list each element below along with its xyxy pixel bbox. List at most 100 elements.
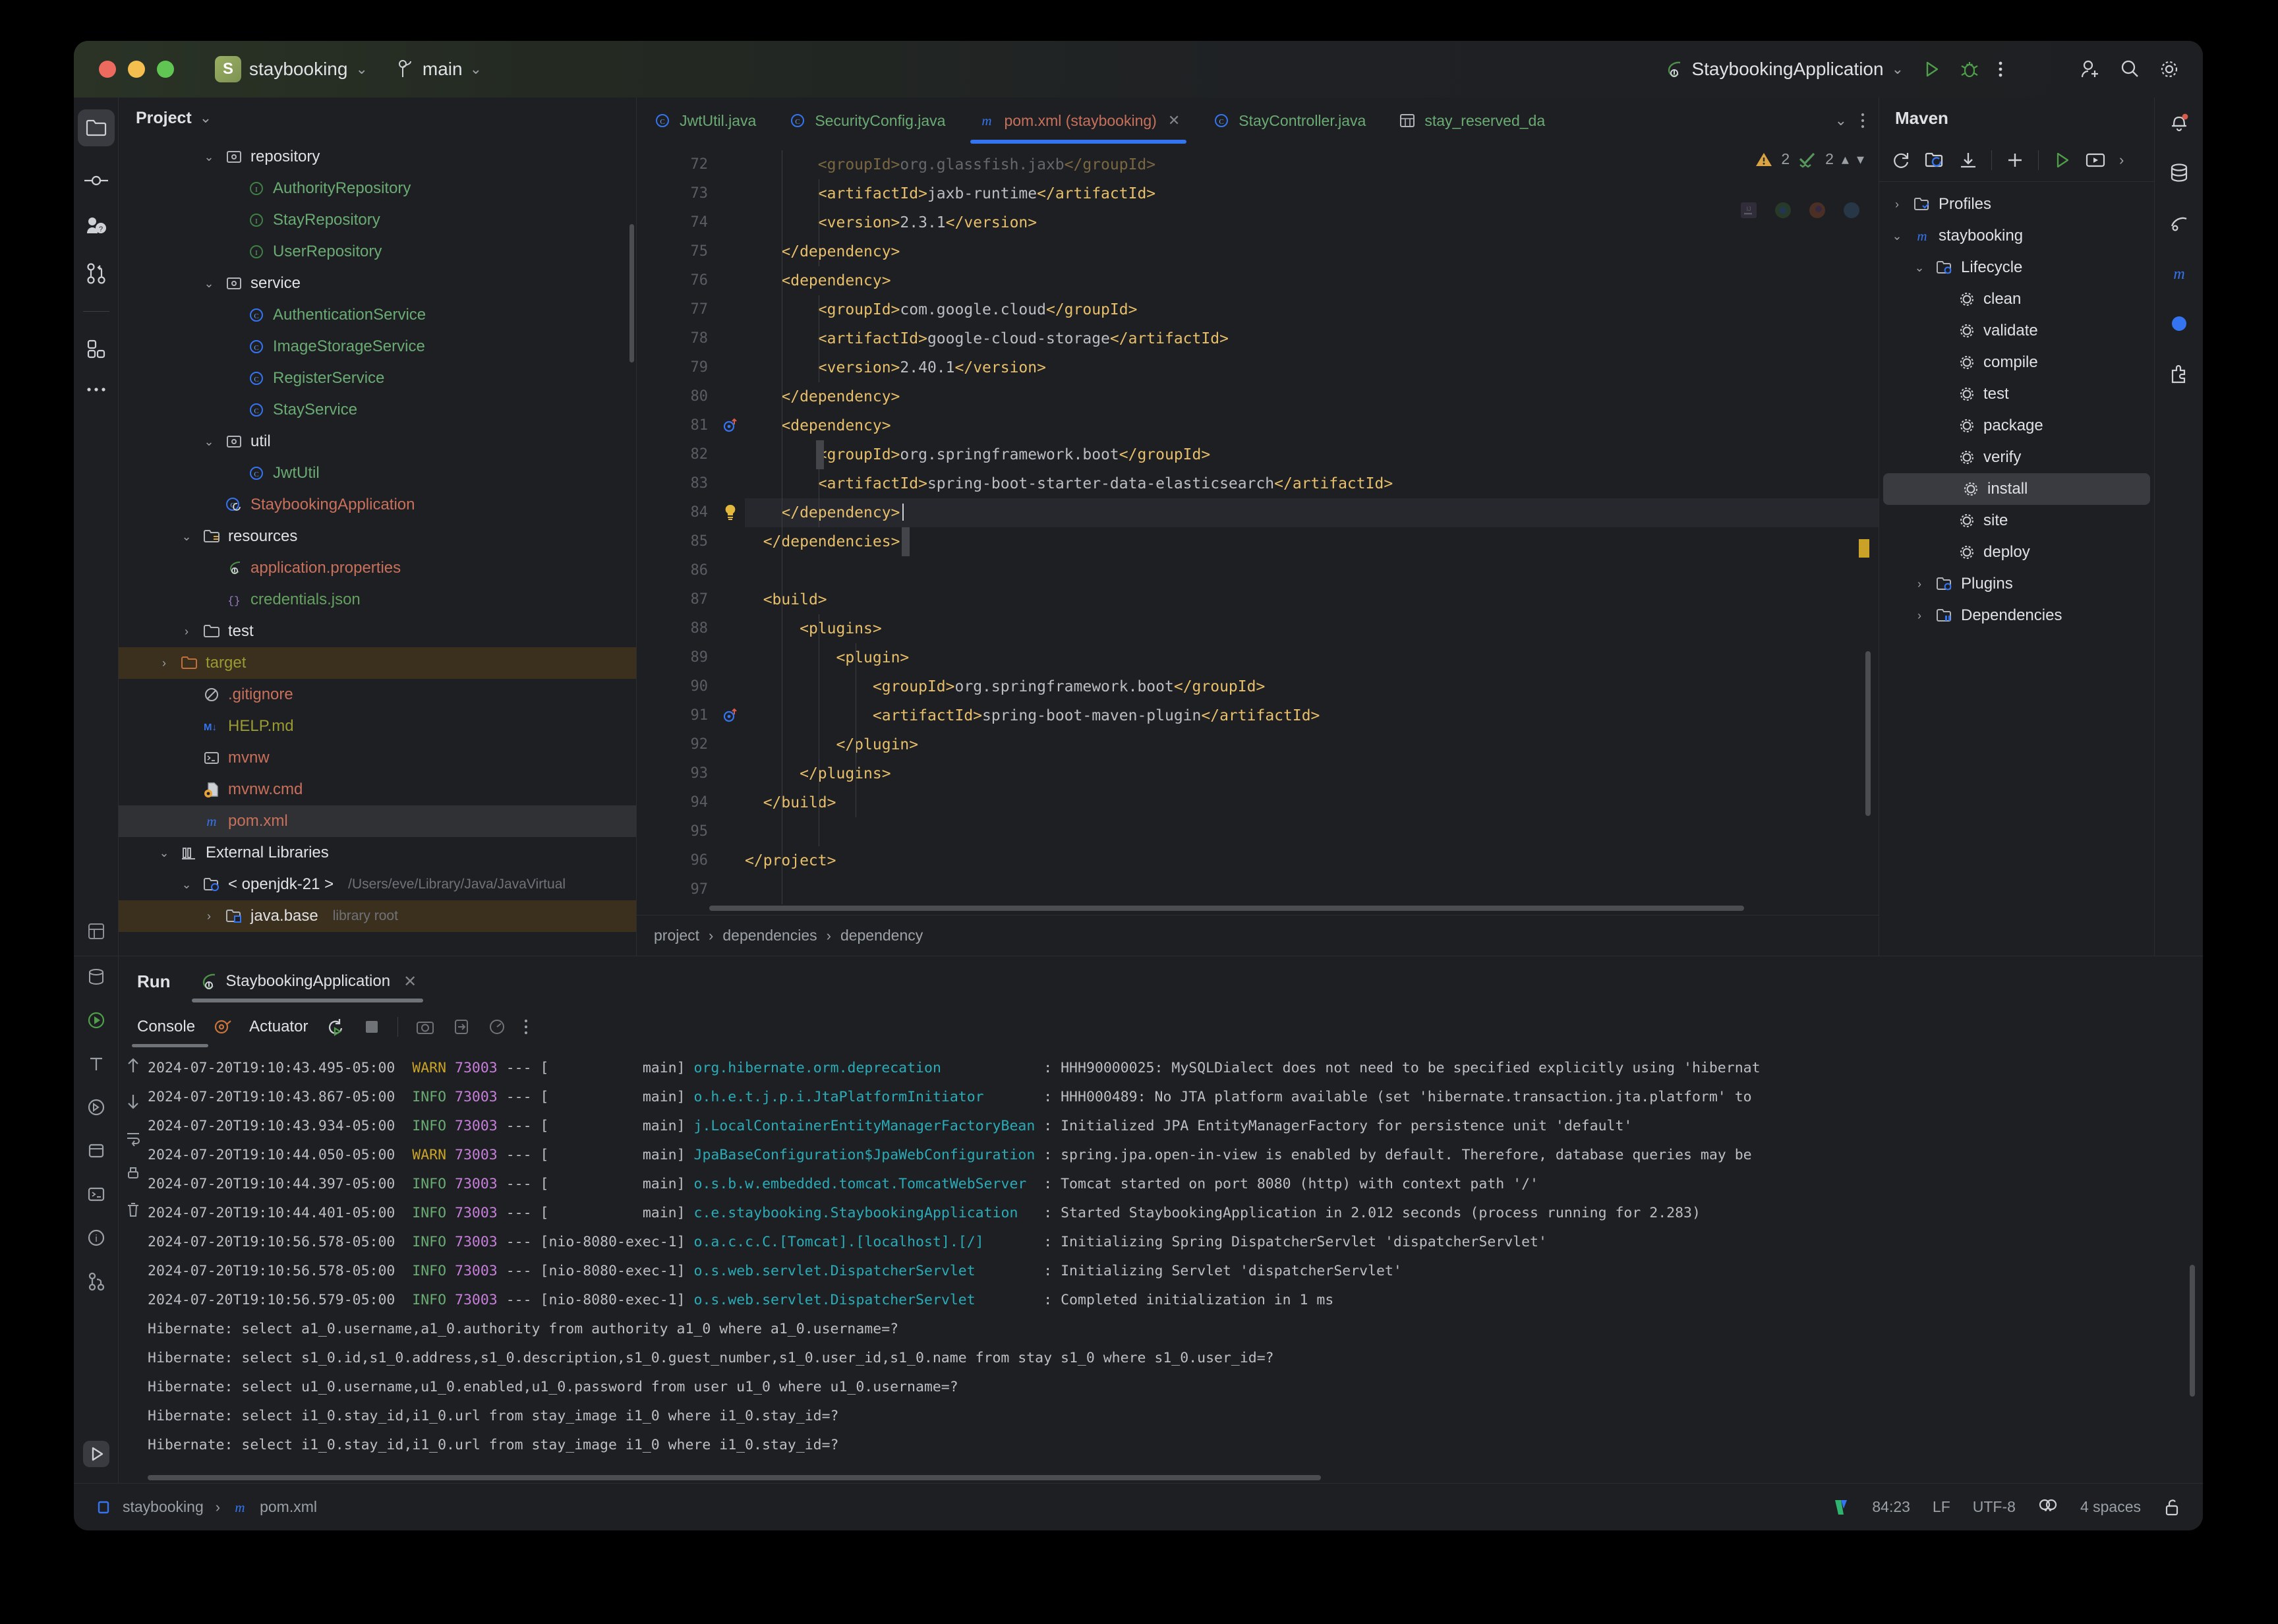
intellij-icon[interactable]: IJ [1739, 200, 1759, 220]
project-tree-row[interactable]: IStayRepository [119, 204, 636, 236]
code-line[interactable]: <groupId>org.springframework.boot</group… [745, 672, 1879, 701]
project-tree-row[interactable]: ⌄util [119, 426, 636, 457]
chevron-right-icon[interactable]: › [1911, 609, 1928, 623]
dependency-updated-icon[interactable] [716, 701, 745, 730]
chevron-down-icon[interactable]: ⌄ [1888, 229, 1906, 243]
inspection-widget[interactable]: 2 2 ▴ ▾ [1755, 150, 1864, 168]
expand-icon[interactable]: › [2119, 152, 2124, 169]
chevron-down-icon[interactable]: ⌄ [200, 277, 218, 291]
console-tab[interactable]: Console [137, 1018, 195, 1036]
project-tree-row[interactable]: mvnw.cmd [119, 774, 636, 805]
status-breadcrumb-file[interactable]: pom.xml [260, 1498, 317, 1516]
code-line[interactable]: <groupId>com.google.cloud</groupId> [745, 295, 1879, 324]
console-horizontal-scrollbar[interactable] [148, 1475, 1321, 1480]
status-breadcrumb-project[interactable]: staybooking [123, 1498, 204, 1516]
commit-icon[interactable] [83, 173, 109, 188]
breadcrumb-item[interactable]: project [654, 927, 699, 944]
pull-requests-icon[interactable]: ? [84, 215, 108, 236]
intention-bulb-icon[interactable] [716, 498, 745, 527]
scroll-down-icon[interactable] [126, 1093, 140, 1111]
code-line[interactable] [745, 817, 1879, 846]
close-icon[interactable]: ✕ [403, 972, 417, 991]
run-icon[interactable] [1921, 59, 1942, 80]
code-line[interactable]: <dependency> [745, 411, 1879, 440]
more-icon[interactable] [523, 1018, 529, 1036]
chevron-down-icon[interactable]: ⌄ [1911, 261, 1928, 275]
project-tree-row[interactable]: ›target [119, 647, 636, 679]
project-tree-row[interactable]: application.properties [119, 552, 636, 584]
project-scrollbar-thumb[interactable] [629, 224, 634, 362]
editor-tab[interactable]: mpom.xml (staybooking)✕ [961, 98, 1196, 144]
project-tree-row[interactable]: CStaybookingApplication [119, 489, 636, 521]
chevron-right-icon[interactable]: › [200, 910, 218, 923]
inspection-profile-icon[interactable] [2038, 1498, 2058, 1517]
project-tree-row[interactable]: {}credentials.json [119, 584, 636, 616]
gradle-icon[interactable] [2169, 212, 2190, 233]
code-line[interactable]: <plugin> [745, 643, 1879, 672]
maven-tree-row[interactable]: install [1883, 473, 2150, 505]
encoding[interactable]: UTF-8 [1973, 1498, 2016, 1516]
maven-tree-row[interactable]: package [1879, 410, 2154, 442]
terminal-icon[interactable] [86, 1184, 106, 1204]
chevron-down-icon[interactable]: ⌄ [178, 530, 195, 544]
console-output[interactable]: 2024-07-20T19:10:43.495-05:00 WARN 73003… [119, 1047, 2203, 1483]
lock-icon[interactable] [2163, 1497, 2180, 1517]
caret-position[interactable]: 84:23 [1872, 1498, 1910, 1516]
code-line[interactable]: </plugins> [745, 759, 1879, 788]
more-icon[interactable] [1860, 111, 1865, 130]
rerun-icon[interactable] [325, 1016, 346, 1037]
editor-tab-bar[interactable]: CJwtUtil.javaCSecurityConfig.javampom.xm… [637, 98, 1879, 144]
code-line[interactable]: <dependency> [745, 266, 1879, 295]
code-line[interactable]: </dependencies> [745, 527, 1879, 556]
indent-setting[interactable]: 4 spaces [2080, 1498, 2141, 1516]
maven-tree-row[interactable]: compile [1879, 347, 2154, 378]
code-line[interactable]: <artifactId>spring-boot-maven-plugin</ar… [745, 701, 1879, 730]
chrome-icon[interactable] [1773, 200, 1793, 220]
project-selector[interactable]: S staybooking ⌄ [215, 56, 368, 82]
project-tree-row[interactable]: .gitignore [119, 679, 636, 710]
services-icon[interactable] [86, 338, 107, 359]
todo-icon[interactable] [86, 1054, 106, 1074]
editor-vertical-scrollbar[interactable] [1865, 651, 1871, 816]
editor-tab[interactable]: CStayController.java [1196, 98, 1382, 144]
project-tree-row[interactable]: ⌄resources [119, 521, 636, 552]
run-maven-goal-icon[interactable] [2052, 150, 2072, 170]
error-stripe-marker[interactable] [1859, 539, 1869, 558]
chevron-down-icon[interactable]: ▾ [1857, 151, 1864, 168]
export-icon[interactable] [452, 1018, 471, 1036]
branch-selector[interactable]: main ⌄ [398, 59, 482, 80]
more-options-icon[interactable] [1997, 59, 2004, 80]
project-tree-row[interactable]: ⌄External Libraries [119, 837, 636, 869]
project-tree-row[interactable]: ›java.baselibrary root [119, 900, 636, 932]
project-tree-row[interactable]: mpom.xml [119, 805, 636, 837]
maximize-window-button[interactable] [157, 61, 174, 78]
more-tool-windows-icon[interactable] [85, 386, 107, 393]
firefox-icon[interactable] [1807, 200, 1827, 220]
run-active-icon[interactable] [82, 1439, 111, 1468]
code-line[interactable]: </dependency> [745, 498, 1879, 527]
project-tree-row[interactable]: ⌄< openjdk-21 >/Users/eve/Library/Java/J… [119, 869, 636, 900]
add-user-icon[interactable] [2079, 58, 2101, 80]
editor-tab[interactable]: CSecurityConfig.java [772, 98, 961, 144]
breadcrumb-item[interactable]: dependencies [722, 927, 817, 944]
chevron-right-icon[interactable]: › [1888, 198, 1906, 212]
safari-icon[interactable] [1842, 200, 1861, 220]
ai-assistant-icon[interactable] [2169, 314, 2189, 334]
print-icon[interactable] [125, 1166, 141, 1182]
database-icon[interactable] [2169, 162, 2190, 183]
project-tree[interactable]: ⌄repositoryIAuthorityRepositoryIStayRepo… [119, 138, 636, 956]
code-line[interactable]: </plugin> [745, 730, 1879, 759]
maven-tree[interactable]: ›Profiles⌄mstaybooking⌄Lifecyclecleanval… [1879, 182, 2154, 956]
code-line[interactable]: </dependency> [745, 237, 1879, 266]
chevron-down-icon[interactable]: ⌄ [200, 109, 212, 127]
dependency-updated-icon[interactable] [716, 411, 745, 440]
help-icon[interactable]: i [86, 1228, 106, 1248]
close-window-button[interactable] [99, 61, 116, 78]
line-separator[interactable]: LF [1933, 1498, 1950, 1516]
code-line[interactable]: <groupId>org.glassfish.jaxb</groupId> [745, 150, 1879, 179]
window-controls[interactable] [99, 61, 174, 78]
run-configuration-selector[interactable]: StaybookingApplication ⌄ [1664, 59, 1904, 80]
project-tree-row[interactable]: M↓HELP.md [119, 710, 636, 742]
editor-tab[interactable]: CJwtUtil.java [637, 98, 772, 144]
debug-icon[interactable] [1959, 59, 1980, 80]
